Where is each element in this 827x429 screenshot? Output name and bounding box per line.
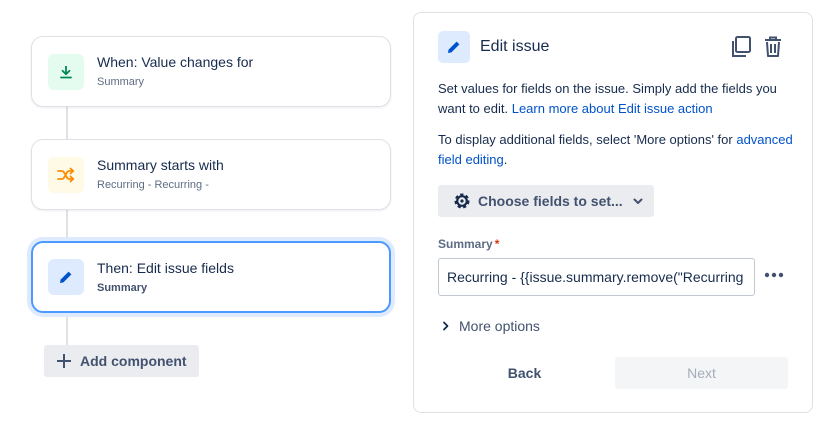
shuffle-condition-icon — [48, 156, 84, 193]
trash-icon[interactable] — [762, 35, 784, 59]
display-fields-text: To display additional fields, select 'Mo… — [438, 130, 798, 170]
flow-connector — [66, 105, 68, 141]
flow-connector — [66, 313, 68, 345]
trigger-download-icon — [48, 53, 84, 90]
pencil-icon — [438, 31, 470, 63]
duplicate-icon[interactable] — [730, 35, 752, 59]
condition-card[interactable]: Summary starts with Recurring - Recurrin… — [31, 139, 391, 210]
description-text: Set values for fields on the issue. Simp… — [438, 79, 798, 119]
learn-more-link[interactable]: Learn more about Edit issue action — [512, 101, 713, 116]
next-button[interactable]: Next — [615, 357, 788, 389]
flow-connector — [66, 209, 68, 242]
action-card-subtitle: Summary — [97, 281, 148, 294]
choose-fields-button[interactable]: Choose fields to set... — [438, 185, 654, 217]
action-card-title: Then: Edit issue fields — [97, 259, 234, 276]
more-options-toggle[interactable]: More options — [440, 318, 540, 334]
trigger-card-subtitle: Summary — [97, 76, 145, 88]
more-options-label: More options — [459, 318, 540, 334]
summary-label-text: Summary — [438, 237, 493, 251]
condition-card-subtitle: Recurring - Recurring - — [97, 179, 209, 191]
chevron-down-icon — [631, 194, 645, 208]
summary-field-label: Summary * — [438, 237, 499, 251]
required-marker: * — [494, 237, 500, 251]
add-component-button[interactable]: Add component — [44, 345, 199, 377]
panel-title: Edit issue — [480, 38, 550, 55]
pencil-icon — [48, 259, 84, 295]
trigger-card[interactable]: When: Value changes for Summary — [31, 36, 391, 107]
trigger-card-title: When: Value changes for — [97, 54, 254, 70]
more-actions-icon[interactable] — [762, 263, 786, 287]
choose-fields-label: Choose fields to set... — [478, 193, 623, 209]
display-suffix: . — [503, 152, 508, 167]
chevron-right-icon — [440, 320, 452, 332]
display-prefix: To display additional fields, select 'Mo… — [438, 132, 737, 147]
edit-issue-panel: Edit issue Set values for fields on the … — [413, 12, 813, 413]
back-button[interactable]: Back — [438, 357, 611, 389]
add-component-label: Add component — [80, 353, 187, 369]
condition-card-title: Summary starts with — [97, 157, 224, 173]
action-card[interactable]: Then: Edit issue fields Summary — [31, 241, 391, 313]
gear-icon — [452, 191, 472, 211]
plus-icon — [56, 353, 72, 369]
summary-field-input[interactable] — [438, 258, 755, 296]
